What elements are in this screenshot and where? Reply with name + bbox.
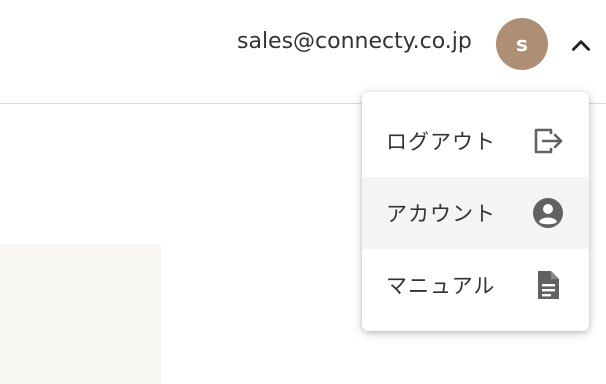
page: sales@connecty.co.jp s ログアウト アカウント マニュアル — [0, 0, 606, 384]
avatar-initial: s — [516, 32, 528, 56]
user-email: sales@connecty.co.jp — [237, 29, 472, 54]
document-icon — [531, 268, 565, 302]
account-circle-icon — [531, 196, 565, 230]
user-dropdown-menu: ログアウト アカウント マニュアル — [362, 92, 589, 331]
top-header: sales@connecty.co.jp s — [0, 0, 606, 104]
menu-item-account[interactable]: アカウント — [362, 177, 589, 249]
menu-item-label: アカウント — [386, 202, 496, 226]
menu-item-label: マニュアル — [386, 274, 496, 298]
user-avatar[interactable]: s — [496, 18, 548, 70]
menu-item-label: ログアウト — [386, 130, 496, 154]
content-panel — [0, 244, 161, 384]
logout-icon — [531, 124, 565, 158]
menu-item-logout[interactable]: ログアウト — [362, 105, 589, 177]
chevron-up-icon[interactable] — [568, 32, 594, 58]
menu-item-manual[interactable]: マニュアル — [362, 249, 589, 321]
